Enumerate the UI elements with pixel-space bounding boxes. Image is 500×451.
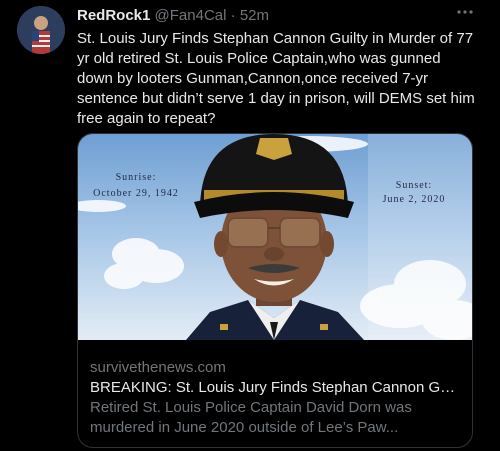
card-description: Retired St. Louis Police Captain David D… <box>90 399 412 436</box>
card-meta: survivethenews.com BREAKING: St. Louis J… <box>90 358 462 438</box>
more-dots-icon[interactable] <box>452 2 478 24</box>
sunset-date: June 2, 2020 <box>383 194 446 205</box>
separator-dot: · <box>230 7 236 24</box>
sunrise-date: October 29, 1942 <box>93 188 179 199</box>
card-domain[interactable]: survivethenews.com <box>90 358 462 378</box>
display-name[interactable]: RedRock1 <box>77 7 150 24</box>
sunrise-label: Sunrise: <box>116 172 157 183</box>
tweet[interactable]: RedRock1 @Fan4Cal · 52m St. Louis Jury F… <box>0 0 500 451</box>
card-image[interactable]: Sunrise: October 29, 1942 Sunset: June 2… <box>78 134 473 340</box>
handle[interactable]: @Fan4Cal <box>155 7 227 24</box>
avatar[interactable] <box>17 6 65 54</box>
tweet-header: RedRock1 @Fan4Cal · 52m <box>77 7 269 25</box>
timestamp[interactable]: 52m <box>240 7 269 24</box>
link-card[interactable]: Sunrise: October 29, 1942 Sunset: June 2… <box>77 133 473 448</box>
card-title[interactable]: BREAKING: St. Louis Jury Finds Stephan C… <box>90 378 462 398</box>
sunset-label: Sunset: <box>396 180 432 191</box>
tweet-text: St. Louis Jury Finds Stephan Cannon Guil… <box>77 30 475 127</box>
